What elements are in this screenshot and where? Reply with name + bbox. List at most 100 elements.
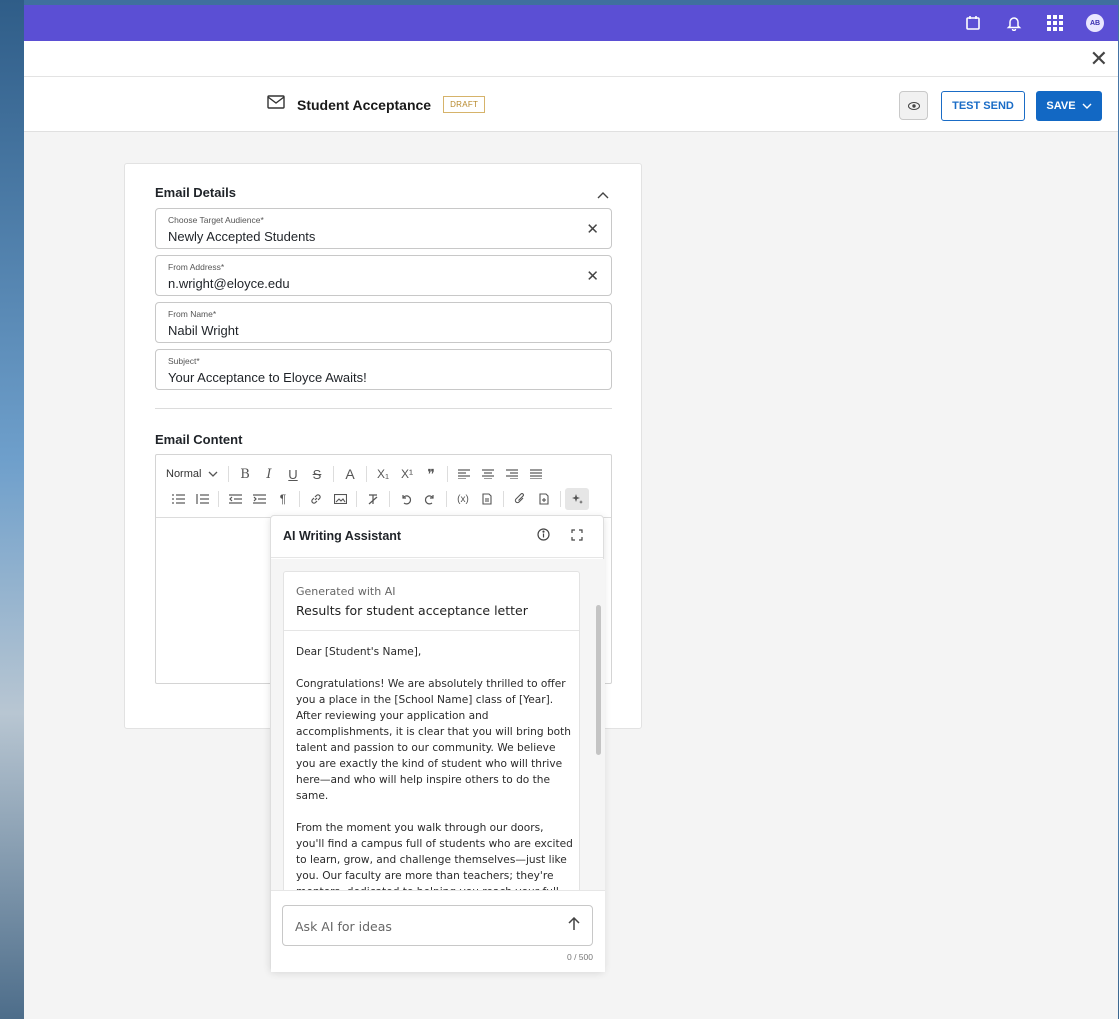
bell-icon[interactable] — [1004, 13, 1024, 33]
info-icon[interactable] — [537, 528, 550, 546]
align-center-icon[interactable] — [476, 463, 500, 485]
link-icon[interactable] — [304, 488, 328, 510]
format-select-value: Normal — [166, 468, 202, 480]
desktop-background — [0, 0, 24, 1019]
section-divider — [155, 408, 612, 409]
title-group: Student Acceptance DRAFT — [267, 95, 486, 114]
clear-icon[interactable]: ✕ — [586, 267, 599, 285]
toolbar-separator — [503, 491, 504, 507]
ai-panel-header: AI Writing Assistant — [271, 516, 603, 558]
toolbar-separator — [228, 466, 229, 482]
editor-header: Student Acceptance DRAFT TEST SEND SAVE — [24, 77, 1118, 132]
preview-button[interactable] — [899, 91, 928, 120]
ask-ai-placeholder: Ask AI for ideas — [295, 919, 392, 934]
arrow-up-icon[interactable] — [568, 916, 580, 936]
numbered-list-icon[interactable] — [190, 488, 214, 510]
superscript-icon[interactable]: X¹ — [395, 463, 419, 485]
chevron-down-icon — [208, 468, 218, 480]
toolbar-separator — [356, 491, 357, 507]
ai-panel-title: AI Writing Assistant — [283, 529, 402, 543]
field-label: Subject* — [168, 356, 200, 366]
subscript-icon[interactable]: X₁ — [371, 463, 395, 485]
paragraph-direction-icon[interactable]: ¶ — [271, 488, 295, 510]
format-select[interactable]: Normal — [166, 468, 224, 480]
bold-icon[interactable]: B — [233, 463, 257, 485]
result-divider — [284, 630, 579, 631]
envelope-icon — [267, 95, 285, 114]
field-label: From Name* — [168, 309, 217, 319]
close-icon[interactable]: ✕ — [1090, 47, 1108, 70]
field-value: Your Acceptance to Eloyce Awaits! — [168, 370, 367, 385]
eye-icon — [907, 97, 920, 115]
generated-label: Generated with AI — [296, 585, 396, 598]
email-content-heading: Email Content — [155, 432, 243, 447]
toolbar-row-2: ¶ (x) — [166, 488, 589, 510]
blockquote-icon[interactable]: ❞ — [419, 463, 443, 485]
toolbar-separator — [366, 466, 367, 482]
variable-icon[interactable]: (x) — [451, 488, 475, 510]
strikethrough-icon[interactable]: S — [305, 463, 329, 485]
collapse-chevron-icon[interactable] — [597, 186, 609, 204]
from-address-field[interactable]: From Address* n.wright@eloyce.edu ✕ — [155, 255, 612, 296]
apps-grid-icon[interactable] — [1045, 13, 1065, 33]
ai-results-area[interactable]: Generated with AI Results for student ac… — [271, 559, 605, 890]
ai-writing-assistant-panel: AI Writing Assistant Generated with AI R… — [270, 515, 605, 972]
italic-icon[interactable]: I — [257, 463, 281, 485]
template-icon[interactable] — [475, 488, 499, 510]
calendar-icon[interactable] — [963, 13, 983, 33]
field-value: n.wright@eloyce.edu — [168, 276, 290, 291]
field-value: Nabil Wright — [168, 323, 239, 338]
character-count: 0 / 500 — [567, 952, 593, 962]
attachment-icon[interactable] — [508, 488, 532, 510]
toolbar-separator — [447, 466, 448, 482]
undo-icon[interactable] — [394, 488, 418, 510]
clear-icon[interactable]: ✕ — [586, 220, 599, 238]
underline-icon[interactable]: U — [281, 463, 305, 485]
image-icon[interactable] — [328, 488, 352, 510]
font-color-icon[interactable]: A — [338, 463, 362, 485]
generated-letter: Dear [Student's Name], Congratulations! … — [296, 644, 574, 890]
align-left-icon[interactable] — [452, 463, 476, 485]
toolbar-separator — [446, 491, 447, 507]
clear-format-icon[interactable] — [361, 488, 385, 510]
bullet-list-icon[interactable] — [166, 488, 190, 510]
letter-paragraph: Dear [Student's Name], — [296, 646, 422, 658]
outdent-icon[interactable] — [223, 488, 247, 510]
letter-paragraph: Congratulations! We are absolutely thril… — [296, 678, 572, 802]
expand-icon[interactable] — [571, 528, 583, 546]
ai-result-card: Generated with AI Results for student ac… — [283, 571, 580, 890]
save-button-label: SAVE — [1046, 100, 1076, 112]
indent-icon[interactable] — [247, 488, 271, 510]
email-details-heading: Email Details — [155, 185, 236, 200]
redo-icon[interactable] — [418, 488, 442, 510]
status-badge: DRAFT — [443, 96, 486, 113]
toolbar-separator — [218, 491, 219, 507]
letter-paragraph: From the moment you walk through our doo… — [296, 822, 573, 890]
from-name-field[interactable]: From Name* Nabil Wright — [155, 302, 612, 343]
result-title: Results for student acceptance letter — [296, 603, 528, 618]
editor-toolbar: Normal B I U S A X₁ X¹ ❞ ¶ (x) — [156, 455, 611, 518]
toolbar-separator — [299, 491, 300, 507]
avatar[interactable]: AB — [1086, 14, 1104, 32]
align-right-icon[interactable] — [500, 463, 524, 485]
align-justify-icon[interactable] — [524, 463, 548, 485]
toolbar-row-1: Normal B I U S A X₁ X¹ ❞ — [166, 463, 548, 485]
scrollbar[interactable] — [596, 605, 601, 755]
toolbar-separator — [389, 491, 390, 507]
app-window: AB ✕ Student Acceptance DRAFT TEST SEND … — [24, 5, 1118, 1019]
field-label: From Address* — [168, 262, 225, 272]
ai-sparkle-icon[interactable] — [565, 488, 589, 510]
modal-close-bar: ✕ — [24, 41, 1118, 77]
field-label: Choose Target Audience* — [168, 215, 264, 225]
save-button[interactable]: SAVE — [1036, 91, 1102, 121]
file-add-icon[interactable] — [532, 488, 556, 510]
page-title: Student Acceptance — [297, 96, 432, 113]
toolbar-separator — [333, 466, 334, 482]
ask-ai-input[interactable]: Ask AI for ideas — [282, 905, 593, 946]
target-audience-field[interactable]: Choose Target Audience* Newly Accepted S… — [155, 208, 612, 249]
top-nav-bar: AB — [24, 5, 1118, 41]
chevron-down-icon — [1082, 100, 1092, 112]
subject-field[interactable]: Subject* Your Acceptance to Eloyce Await… — [155, 349, 612, 390]
field-value: Newly Accepted Students — [168, 229, 316, 244]
test-send-button[interactable]: TEST SEND — [941, 91, 1025, 121]
